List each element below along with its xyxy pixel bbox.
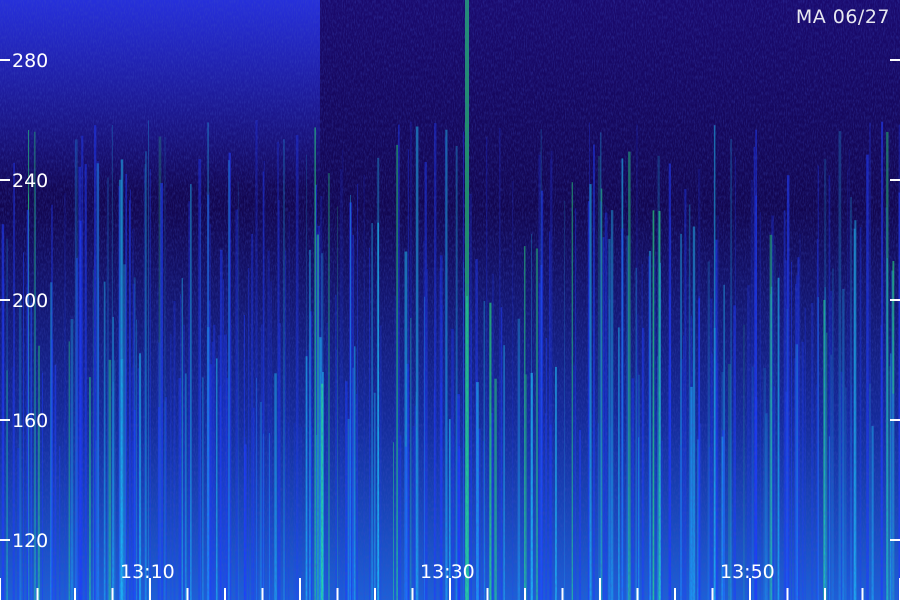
station-date-label: MA 06/27 — [795, 6, 890, 28]
y-tick-label: 240 — [12, 170, 48, 192]
x-tick-label: 13:30 — [420, 561, 475, 583]
y-tick-label: 200 — [12, 290, 48, 312]
spectrogram-chart: 120 160 200 240 280 13:10 13:30 13:50 — [0, 0, 900, 600]
noise-texture — [0, 0, 900, 600]
y-tick-label: 160 — [12, 410, 48, 432]
x-tick-label: 13:50 — [720, 561, 775, 583]
x-tick-label: 13:10 — [120, 561, 175, 583]
y-tick-label: 120 — [12, 530, 48, 552]
y-tick-label: 280 — [12, 50, 48, 72]
